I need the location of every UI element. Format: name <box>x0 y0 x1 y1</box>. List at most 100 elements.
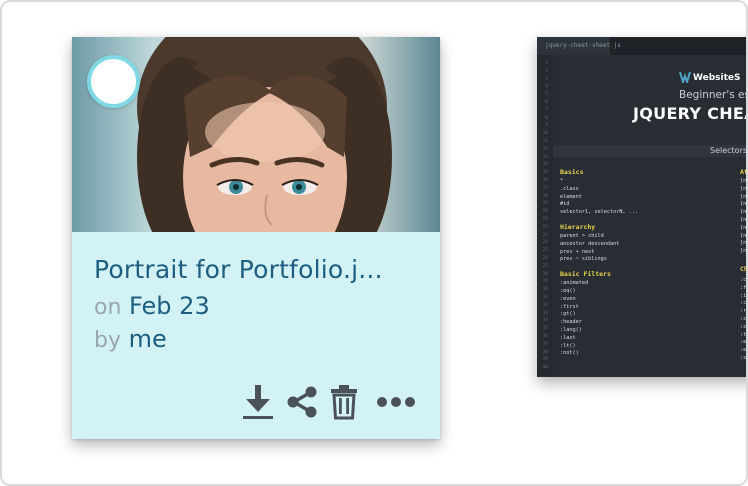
code-line: :eq() <box>560 288 576 294</box>
file-name[interactable]: Portrait for Portfolio.j... <box>94 255 424 284</box>
more-button[interactable] <box>374 382 418 422</box>
brand-logo-icon <box>679 71 691 83</box>
line-number: 9 <box>545 123 548 129</box>
file-card-portrait[interactable]: Portrait for Portfolio.j... on Feb 23 by… <box>72 37 440 439</box>
date-prefix: on <box>94 295 122 320</box>
line-number: 23 <box>542 232 548 238</box>
line-number: 29 <box>542 279 548 285</box>
line-number: 1 <box>545 61 548 66</box>
code-line: :lang() <box>560 327 582 333</box>
select-checkbox[interactable] <box>87 55 140 108</box>
code-line: element <box>560 193 582 200</box>
code-line: [n <box>740 248 747 255</box>
line-number: 26 <box>542 256 548 261</box>
line-number: 17 <box>542 185 548 191</box>
code-section-heading: Basics <box>560 168 584 176</box>
line-number: 3 <box>545 76 548 82</box>
line-number: 7 <box>545 107 548 113</box>
code-line: .class <box>560 185 579 192</box>
code-line: :lt() <box>560 342 576 349</box>
sheet-title: JQUERY CHEA <box>633 104 748 123</box>
section-label: Selectors <box>710 146 748 155</box>
line-number: 24 <box>542 240 548 246</box>
code-section-heading: At <box>740 168 748 176</box>
code-section-heading: Hierarchy <box>560 223 596 231</box>
code-line: [n <box>740 209 747 216</box>
line-number: 18 <box>542 193 548 199</box>
code-line: [n <box>740 224 747 231</box>
card-actions <box>72 382 440 430</box>
owner-name: me <box>128 325 167 353</box>
code-line: :header <box>560 319 582 326</box>
code-line: [n <box>740 240 747 247</box>
code-line: [n <box>740 185 747 192</box>
code-line: prev + next <box>560 248 595 255</box>
app-frame: Portrait for Portfolio.j... on Feb 23 by… <box>0 0 748 486</box>
line-number: 15 <box>542 170 548 176</box>
code-line: * <box>560 178 564 184</box>
code-line: :not() <box>560 350 579 357</box>
line-number: 31 <box>542 295 548 300</box>
code-line: :r <box>740 308 747 315</box>
line-number: 2 <box>545 68 548 74</box>
line-number: 36 <box>542 334 548 339</box>
line-number: 16 <box>542 178 548 183</box>
owner-row: by me <box>94 325 167 353</box>
line-number: 37 <box>542 341 548 347</box>
code-line: :last <box>560 334 576 341</box>
code-line: [n <box>740 178 747 184</box>
line-number: 30 <box>542 287 548 293</box>
owner-prefix: by <box>94 328 121 353</box>
file-info-panel: Portrait for Portfolio.j... on Feb 23 by… <box>72 232 440 439</box>
line-number: 27 <box>542 263 548 269</box>
delete-button[interactable] <box>326 382 362 422</box>
line-number: 28 <box>542 271 548 277</box>
line-number: 34 <box>542 318 548 324</box>
code-line: :c <box>740 300 747 307</box>
line-number: 33 <box>542 310 548 316</box>
line-number: 20 <box>542 209 548 215</box>
modified-date: Feb 23 <box>129 292 210 320</box>
code-line: [n <box>740 201 747 208</box>
share-icon <box>287 386 317 418</box>
code-line: prev ~ siblings <box>560 256 607 263</box>
code-line: selector1, selectorN, ... <box>560 209 639 216</box>
code-line: :gt() <box>560 311 576 318</box>
line-number: 5 <box>545 92 548 98</box>
line-number: 12 <box>542 146 548 152</box>
line-number: 6 <box>545 100 548 105</box>
download-button[interactable] <box>240 382 276 422</box>
modified-date-row: on Feb 23 <box>94 292 210 320</box>
line-number: 10 <box>542 131 548 137</box>
line-number: 4 <box>545 84 548 90</box>
line-number: 39 <box>542 357 548 363</box>
line-number: 8 <box>545 115 548 121</box>
code-section-heading: Basic Filters <box>560 270 611 279</box>
line-number: 38 <box>542 349 548 355</box>
line-number: 11 <box>542 139 548 144</box>
line-number: 22 <box>542 224 548 230</box>
line-number: 40 <box>542 365 548 371</box>
code-line: [n <box>740 217 747 223</box>
code-line: ancestor descendant <box>560 240 620 247</box>
code-line: :t <box>740 331 747 338</box>
line-number: 25 <box>542 248 548 254</box>
code-line: :s <box>740 323 747 330</box>
line-number: 13 <box>542 154 548 160</box>
code-line: :animated <box>560 280 589 287</box>
download-icon <box>243 385 273 419</box>
code-line: :e <box>740 347 747 354</box>
sheet-subtitle: Beginner's es <box>679 89 748 101</box>
code-line: :c <box>740 277 747 283</box>
file-card-jquery-cheatsheet[interactable]: jquery-cheat-sheet.js WebsiteS Beginner'… <box>537 37 748 377</box>
photo-thumbnail[interactable] <box>72 37 440 232</box>
share-button[interactable] <box>284 382 320 422</box>
line-number: 21 <box>542 217 548 222</box>
line-number: 35 <box>542 326 548 332</box>
code-line: #id <box>560 201 570 208</box>
code-line: :s <box>740 355 747 361</box>
code-line: [n <box>740 193 747 200</box>
more-icon <box>377 397 415 407</box>
line-number: 32 <box>542 302 548 308</box>
code-line: parent > child <box>560 233 604 239</box>
